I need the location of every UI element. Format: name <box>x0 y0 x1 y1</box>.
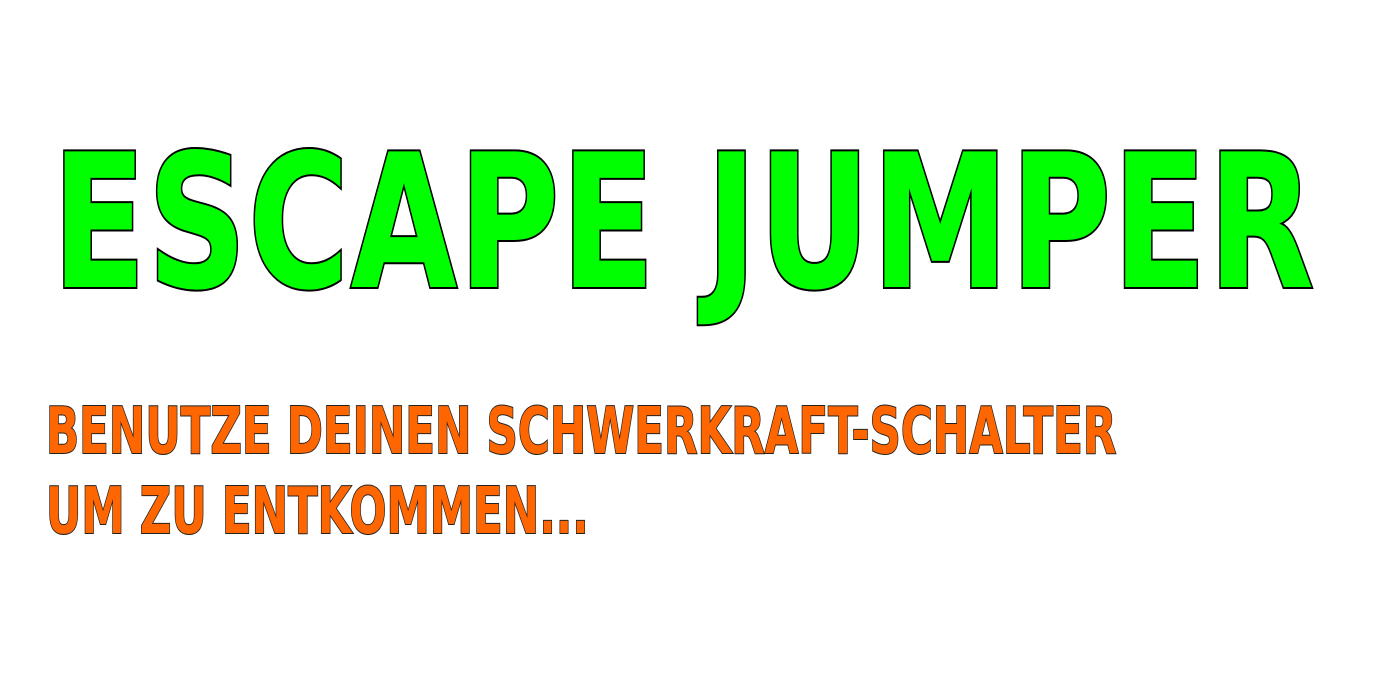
subtitle-line-1: BENUTZE DEINEN SCHWERKRAFT-SCHALTER <box>45 394 1117 470</box>
game-title: ESCAPE JUMPER <box>51 114 1316 331</box>
subtitle-line-2: UM ZU ENTKOMMEN... <box>45 474 589 550</box>
title-screen: ESCAPE JUMPER BENUTZE DEINEN SCHWERKRAFT… <box>0 0 1400 700</box>
subtitle: BENUTZE DEINEN SCHWERKRAFT-SCHALTER UM Z… <box>45 392 1117 552</box>
